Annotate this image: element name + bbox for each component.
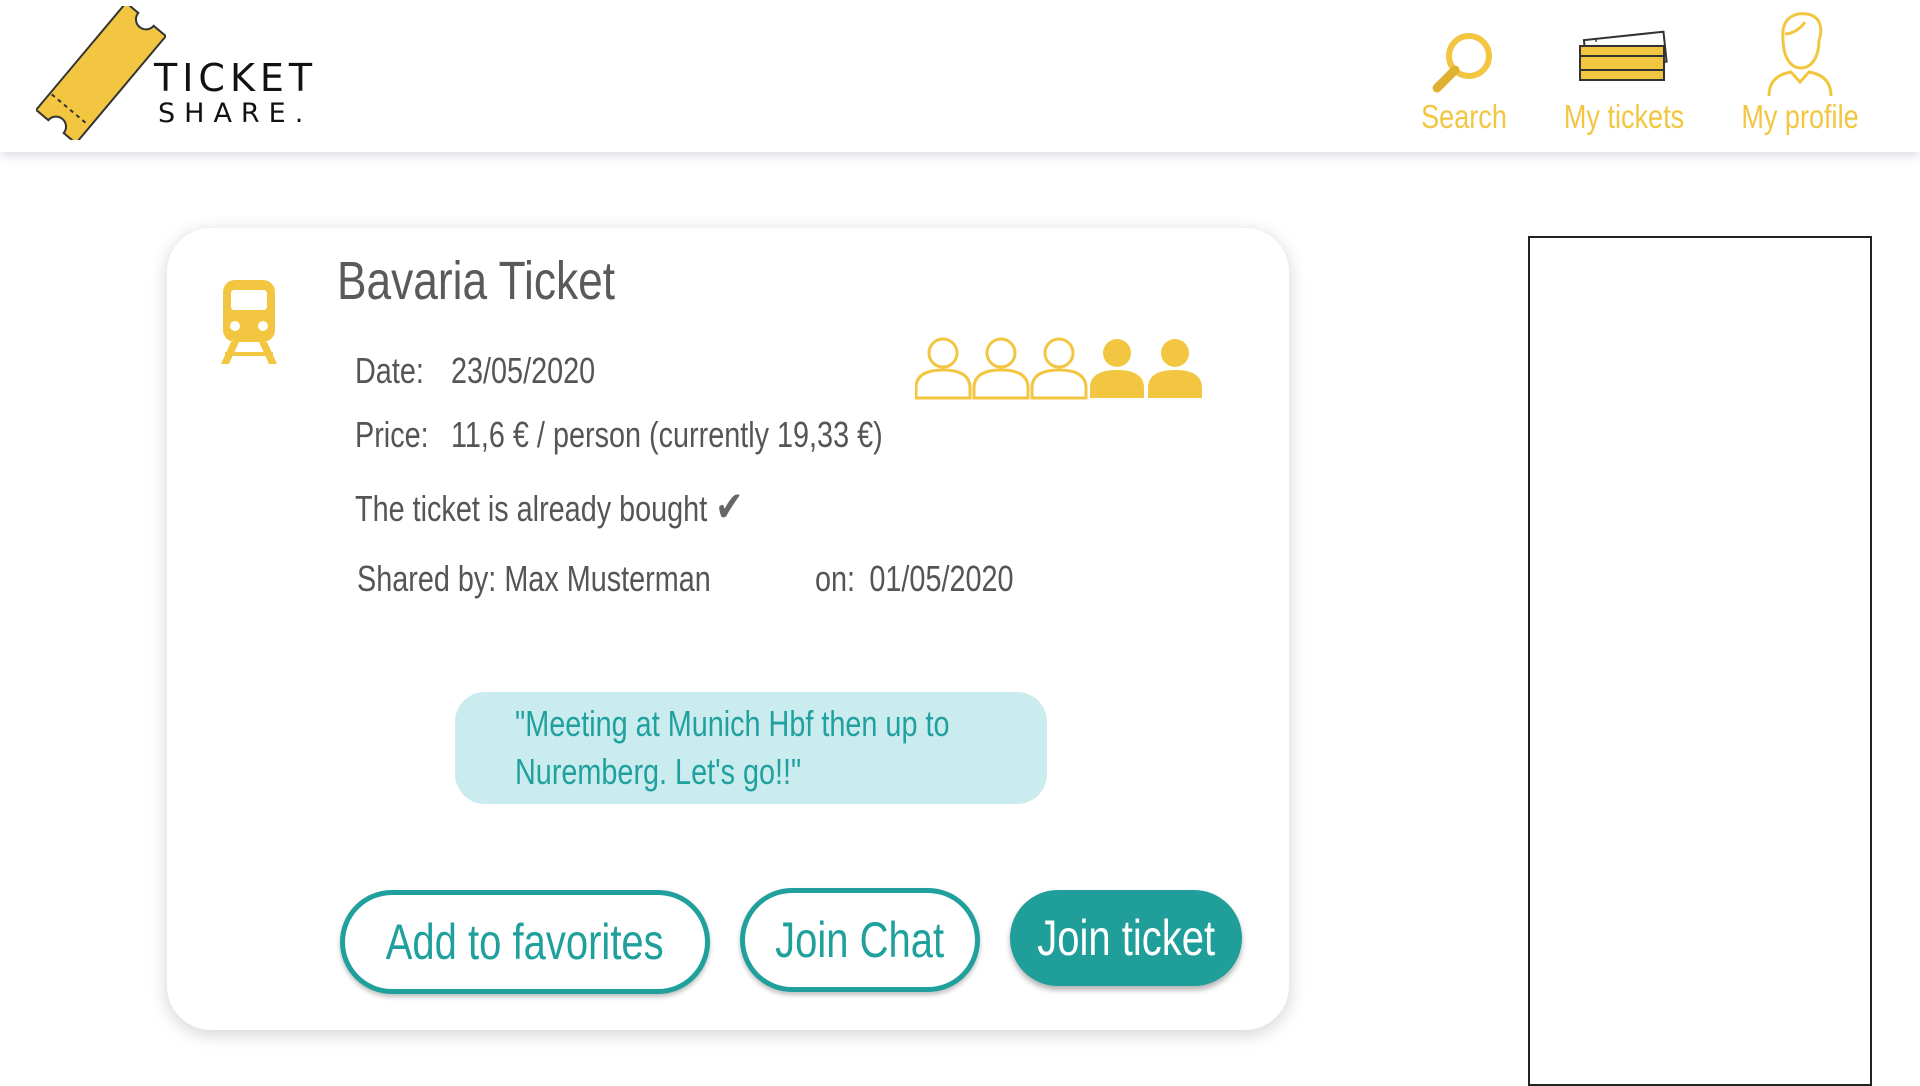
date-row: Date: 23/05/2020 [355,350,595,392]
ticket-note-text: "Meeting at Munich Hbf then up to Nuremb… [515,700,1027,796]
join-ticket-label: Join ticket [1037,910,1215,966]
join-chat-label: Join Chat [775,912,945,968]
person-empty-icon [915,337,972,400]
shared-on-label: on: [815,558,856,599]
person-filled-icon [1148,339,1202,398]
logo-text-share: SHARE. [158,98,313,129]
join-ticket-button[interactable]: Join ticket [1010,890,1242,986]
join-chat-button[interactable]: Join Chat [740,888,980,992]
shared-on-value: 01/05/2020 [869,558,1014,599]
date-label: Date: [355,350,424,391]
tickets-icon [1579,30,1668,81]
person-empty-icon [972,337,1030,400]
ticket-title: Bavaria Ticket [337,251,616,311]
logo-text-ticket: TICKET [154,56,318,100]
price-label: Price: [355,414,429,455]
status-row: The ticket is already bought ✔ [355,482,743,531]
ticket-note-line-2: Nuremberg. Let's go!!" [515,751,802,792]
price-row: Price: 11,6 € / person (currently 19,33 €… [355,414,883,456]
ticket-share-logo[interactable]: TICKET SHARE. [36,6,336,140]
nav-my-profile-label: My profile [1741,98,1859,135]
nav-my-profile[interactable]: My profile [1722,0,1878,150]
status-text: The ticket is already bought [355,488,708,529]
person-filled-icon [1090,339,1144,398]
shared-by-row: Shared by: Max Musterman [357,558,711,600]
ticket-card: Bavaria Ticket Date: 23/05/2020 Price: 11,… [167,228,1289,1030]
side-panel [1528,236,1872,1086]
participants-indicator [915,337,1202,400]
add-to-favorites-button[interactable]: Add to favorites [340,890,710,994]
top-header: TICKET SHARE. Search My tickets My profi… [0,0,1920,152]
nav-my-tickets[interactable]: My tickets [1548,0,1700,150]
price-value: 11,6 € / person (currently 19,33 €) [451,414,883,455]
person-empty-icon [1030,337,1088,400]
shared-by-name: Max Musterman [504,558,711,599]
nav-search[interactable]: Search [1404,0,1524,150]
ticket-note-bubble: "Meeting at Munich Hbf then up to Nuremb… [455,692,1047,804]
nav-search-label: Search [1421,98,1507,135]
nav-my-tickets-label: My tickets [1563,98,1685,135]
ticket-note-line-1: "Meeting at Munich Hbf then up to [515,703,950,744]
profile-icon [1767,12,1833,96]
shared-on-row: on: 01/05/2020 [815,558,1014,600]
add-to-favorites-label: Add to favorites [386,914,664,970]
search-icon [1432,33,1492,93]
ticket-logo-icon [36,6,166,140]
shared-by-label: Shared by: [357,558,497,599]
train-icon [221,280,277,364]
date-value: 23/05/2020 [451,350,596,391]
checkmark-icon: ✔ [715,483,744,530]
